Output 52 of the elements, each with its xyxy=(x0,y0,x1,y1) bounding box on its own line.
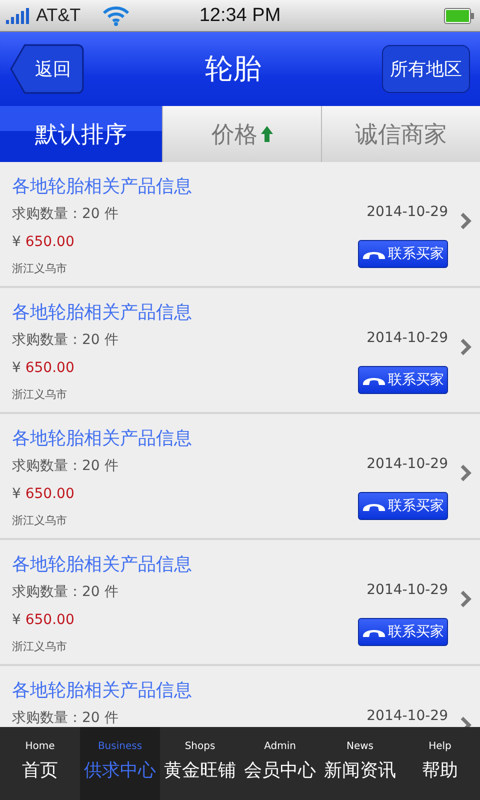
quantity-text: 求购数量：20 件 xyxy=(12,457,120,476)
battery-icon xyxy=(444,8,474,24)
sort-tab[interactable]: 诚信商家 xyxy=(321,106,480,162)
location-text: 浙江义乌市 xyxy=(12,639,68,655)
item-title: 各地轮胎相关产品信息 xyxy=(12,175,193,199)
item-title: 各地轮胎相关产品信息 xyxy=(12,301,193,325)
date-text: 2014-10-29 xyxy=(366,581,448,600)
item-title: 各地轮胎相关产品信息 xyxy=(12,679,193,703)
list-item[interactable]: 各地轮胎相关产品信息 求购数量：20 件 ¥ 650.00 浙江义乌市 2014-10-29 联系买家 xyxy=(0,414,480,540)
contact-buyer-button[interactable]: 联系买家 xyxy=(358,618,448,646)
chevron-right-icon xyxy=(460,212,472,230)
list-item[interactable]: 各地轮胎相关产品信息 求购数量：20 件 ¥ 650.00 浙江义乌市 2014-10-29 联系买家 xyxy=(0,288,480,414)
list-item[interactable]: 各地轮胎相关产品信息 求购数量：20 件 ¥ 650.00 浙江义乌市 2014-10-29 联系买家 xyxy=(0,540,480,666)
list-item[interactable]: 各地轮胎相关产品信息 求购数量：20 件 ¥ 650.00 浙江义乌市 2014-10-29 联系买家 xyxy=(0,162,480,288)
nav-tab[interactable]: Business 供求中心 xyxy=(80,727,160,800)
item-title: 各地轮胎相关产品信息 xyxy=(12,427,193,451)
location-text: 浙江义乌市 xyxy=(12,513,68,529)
item-title: 各地轮胎相关产品信息 xyxy=(12,553,193,577)
price-text: ¥ 650.00 xyxy=(12,233,76,252)
contact-buyer-button[interactable]: 联系买家 xyxy=(358,366,448,394)
carrier-name: AT&T xyxy=(36,5,81,26)
quantity-text: 求购数量：20 件 xyxy=(12,583,120,602)
nav-tab[interactable]: Admin 会员中心 xyxy=(240,727,320,800)
page-title: 轮胎 xyxy=(205,51,261,87)
clock-time: 12:34 PM xyxy=(199,4,281,26)
back-button[interactable]: 返回 xyxy=(10,44,84,94)
quantity-text: 求购数量：20 件 xyxy=(12,205,120,224)
sort-tab[interactable]: 价格 xyxy=(162,106,321,162)
signal-icon xyxy=(6,8,32,24)
location-text: 浙江义乌市 xyxy=(12,387,68,403)
date-text: 2014-10-29 xyxy=(366,329,448,348)
nav-tab[interactable]: News 新闻资讯 xyxy=(320,727,400,800)
chevron-right-icon xyxy=(460,464,472,482)
price-text: ¥ 650.00 xyxy=(12,359,76,378)
date-text: 2014-10-29 xyxy=(366,455,448,474)
chevron-right-icon xyxy=(460,590,472,608)
contact-buyer-button[interactable]: 联系买家 xyxy=(358,492,448,520)
nav-tab[interactable]: Help 帮助 xyxy=(400,727,480,800)
date-text: 2014-10-29 xyxy=(366,707,448,726)
region-button[interactable]: 所有地区 xyxy=(382,45,470,93)
date-text: 2014-10-29 xyxy=(366,203,448,222)
nav-tab[interactable]: Shops 黄金旺铺 xyxy=(160,727,240,800)
nav-tab[interactable]: Home 首页 xyxy=(0,727,80,800)
contact-buyer-button[interactable]: 联系买家 xyxy=(358,240,448,268)
quantity-text: 求购数量：20 件 xyxy=(12,331,120,350)
chevron-right-icon xyxy=(460,338,472,356)
quantity-text: 求购数量：20 件 xyxy=(12,709,120,727)
price-text: ¥ 650.00 xyxy=(12,485,76,504)
location-text: 浙江义乌市 xyxy=(12,261,68,277)
sort-tab[interactable]: 默认排序 xyxy=(0,106,162,162)
price-text: ¥ 650.00 xyxy=(12,611,76,630)
wifi-icon xyxy=(102,6,129,26)
